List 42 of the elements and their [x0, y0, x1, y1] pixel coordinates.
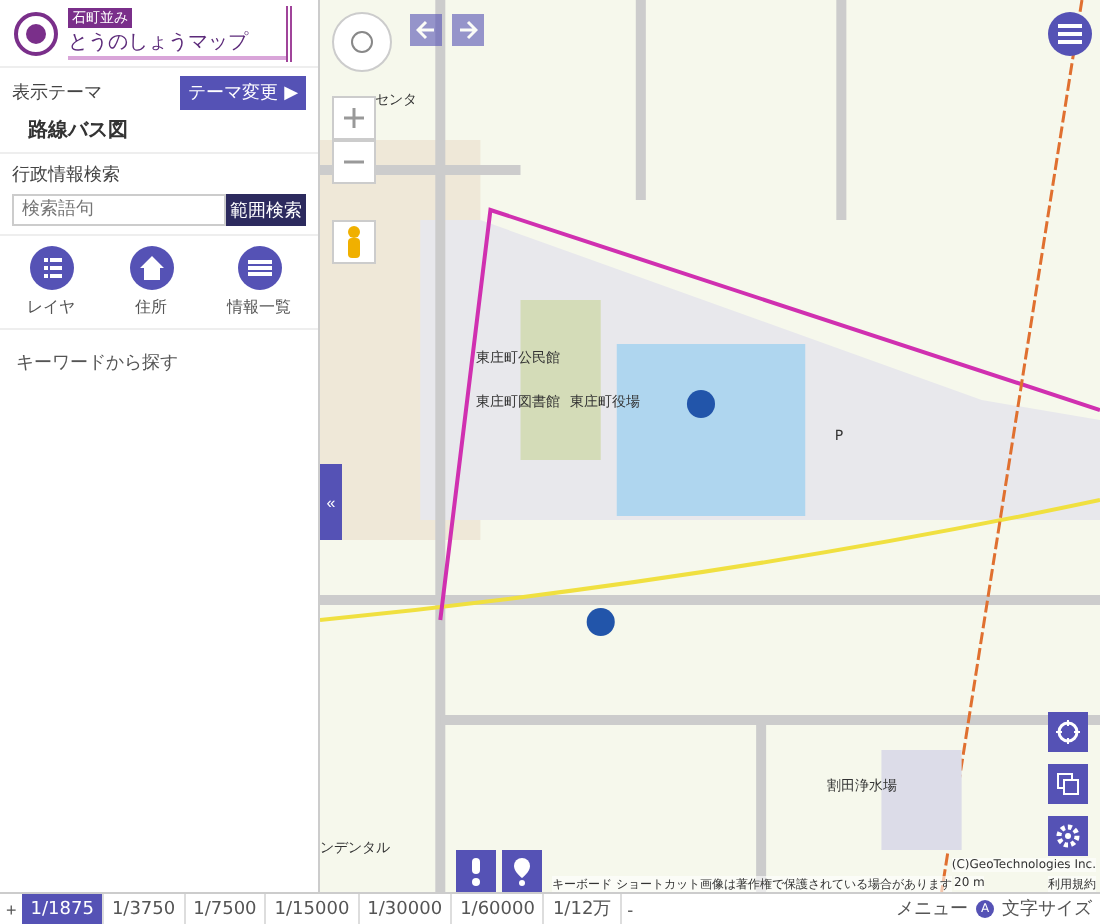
arrow-left-icon — [416, 20, 436, 40]
map-pin-icon — [512, 857, 532, 885]
pan-control[interactable] — [332, 12, 392, 72]
forward-button[interactable] — [452, 14, 484, 46]
zoom-out-button[interactable] — [332, 140, 376, 184]
menu-link[interactable]: メニュー — [896, 896, 968, 922]
tool-button[interactable]: 情報一覧 — [215, 244, 303, 320]
compass-icon — [348, 28, 376, 56]
zoom-out-button[interactable]: - — [621, 899, 640, 919]
location-button[interactable] — [1048, 712, 1088, 752]
zoom-in-button[interactable] — [332, 96, 376, 140]
back-button[interactable] — [410, 14, 442, 46]
tool-button[interactable]: 住所 — [117, 244, 185, 320]
layers-button[interactable] — [1048, 764, 1088, 804]
logo-title: とうのしょうマップ — [68, 27, 286, 59]
text-size-link[interactable]: 文字サイズ — [1002, 896, 1092, 922]
list-icon — [29, 246, 73, 290]
scale-button[interactable]: 1/1875 — [22, 894, 104, 924]
search-label: 行政情報検索 — [12, 163, 122, 188]
arrow-right-icon — [458, 20, 478, 40]
settings-button[interactable] — [1048, 816, 1088, 856]
theme-change-button[interactable]: テーマ変更 ▶ — [180, 76, 306, 110]
menu-icon — [1058, 24, 1082, 44]
crosshair-icon — [1056, 720, 1080, 744]
theme-label: 表示テーマ — [12, 81, 102, 106]
plus-icon — [344, 108, 364, 128]
pin-tool-button[interactable] — [456, 850, 496, 892]
collapse-sidebar-button[interactable]: « — [320, 464, 342, 540]
search-field[interactable]: 検索語句 — [12, 194, 226, 226]
tool-button[interactable]: レイヤ — [15, 244, 87, 320]
zoom-in-button[interactable]: + — [0, 899, 23, 919]
menu-button[interactable] — [1048, 12, 1092, 56]
overlap-squares-icon — [1056, 772, 1080, 796]
emblem-icon — [12, 9, 60, 57]
keyword-search-link[interactable]: キーワードから探す — [0, 330, 318, 396]
person-icon — [344, 226, 364, 258]
range-search-button[interactable]: 範囲検索 — [226, 194, 306, 226]
house-icon — [129, 246, 173, 290]
settings-icon — [1056, 824, 1080, 848]
table-icon — [237, 246, 281, 290]
theme-name: 路線バス図 — [26, 117, 130, 144]
marker-tool-button[interactable] — [502, 850, 542, 892]
